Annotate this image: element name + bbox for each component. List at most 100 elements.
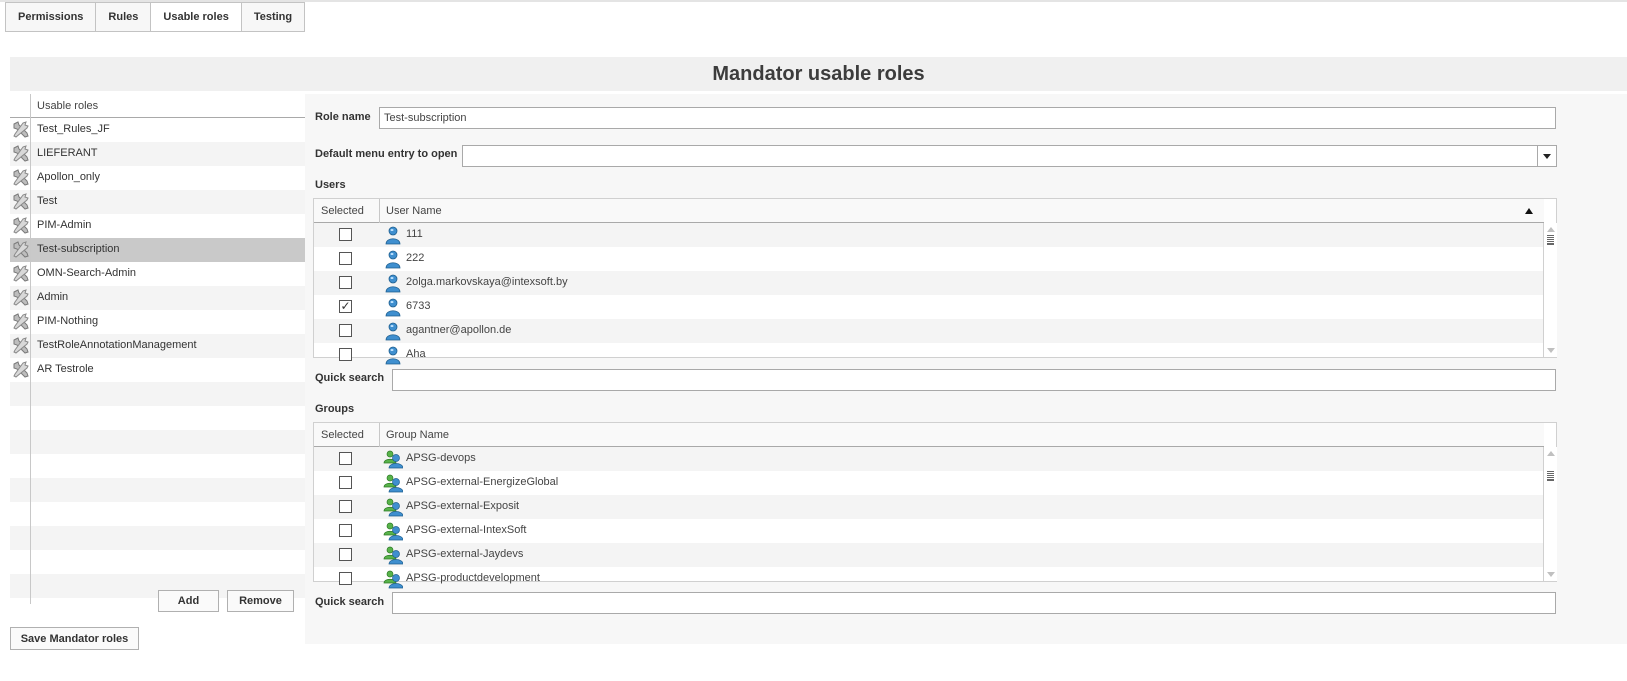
row-name: agantner@apollon.de xyxy=(406,324,512,336)
role-item[interactable]: OMN-Search-Admin xyxy=(10,262,306,286)
empty-row xyxy=(10,550,306,574)
save-mandator-roles-button[interactable]: Save Mandator roles xyxy=(10,627,139,650)
groups-section-label: Groups xyxy=(315,403,355,415)
roles-list-header: Usable roles xyxy=(10,94,306,118)
table-row[interactable]: APSG-productdevelopment xyxy=(314,567,1544,591)
sort-ascending-icon[interactable] xyxy=(1525,208,1533,214)
table-row[interactable]: Aha xyxy=(314,343,1544,367)
tab-bar: Permissions Rules Usable roles Testing xyxy=(5,2,306,32)
select-checkbox[interactable]: ✓ xyxy=(339,300,352,313)
wrench-icon xyxy=(12,169,30,187)
wrench-icon xyxy=(12,217,30,235)
table-row[interactable]: APSG-external-EnergizeGlobal xyxy=(314,471,1544,495)
user-icon xyxy=(383,249,403,269)
groups-selected-column[interactable]: Selected xyxy=(321,429,364,441)
scroll-down-icon[interactable] xyxy=(1547,348,1555,353)
users-selected-column[interactable]: Selected xyxy=(321,205,364,217)
row-name: 6733 xyxy=(406,300,431,312)
role-item[interactable]: Test_Rules_JF xyxy=(10,118,306,142)
select-checkbox[interactable] xyxy=(339,500,352,513)
users-rows: 111 222 2olga.markovskaya@intexsoft.by ✓ 673… xyxy=(314,223,1544,367)
table-row[interactable]: ✓ 6733 xyxy=(314,295,1544,319)
role-item-label: TestRoleAnnotationManagement xyxy=(37,339,197,351)
role-item[interactable]: TestRoleAnnotationManagement xyxy=(10,334,306,358)
select-checkbox[interactable] xyxy=(339,452,352,465)
role-name-input[interactable]: Test-subscription xyxy=(379,107,1556,129)
groups-scrollbar[interactable] xyxy=(1543,447,1557,581)
users-grid-header: Selected User Name xyxy=(314,199,1544,223)
wrench-icon xyxy=(12,265,30,283)
wrench-icon xyxy=(12,193,30,211)
select-checkbox[interactable] xyxy=(339,524,352,537)
row-name: 2olga.markovskaya@intexsoft.by xyxy=(406,276,568,288)
group-icon xyxy=(383,449,404,469)
role-item[interactable]: PIM-Nothing xyxy=(10,310,306,334)
table-row[interactable]: APSG-external-Exposit xyxy=(314,495,1544,519)
roles-column-divider xyxy=(30,94,31,604)
role-item[interactable]: Test-subscription xyxy=(10,238,306,262)
select-checkbox[interactable] xyxy=(339,252,352,265)
scroll-thumb[interactable] xyxy=(1547,235,1554,245)
select-checkbox[interactable] xyxy=(339,324,352,337)
tab-usable-roles-label: Usable roles xyxy=(163,11,229,23)
role-item[interactable]: AR Testrole xyxy=(10,358,306,382)
users-grid: Selected User Name 111 222 2olga.markovska… xyxy=(313,198,1557,365)
empty-row xyxy=(10,526,306,550)
table-row[interactable]: 222 xyxy=(314,247,1544,271)
default-menu-dropdown-button[interactable] xyxy=(1537,145,1557,167)
remove-role-button[interactable]: Remove xyxy=(227,590,294,612)
table-row[interactable]: APSG-external-IntexSoft xyxy=(314,519,1544,543)
role-name-label: Role name xyxy=(315,111,371,123)
user-icon xyxy=(383,345,403,365)
tab-permissions[interactable]: Permissions xyxy=(5,2,97,32)
default-menu-label: Default menu entry to open xyxy=(315,148,458,160)
empty-row xyxy=(10,382,306,406)
default-menu-select[interactable] xyxy=(462,145,1538,167)
table-row[interactable]: 2olga.markovskaya@intexsoft.by xyxy=(314,271,1544,295)
select-checkbox[interactable] xyxy=(339,276,352,289)
tab-usable-roles[interactable]: Usable roles xyxy=(150,2,242,32)
scroll-up-icon[interactable] xyxy=(1547,451,1555,456)
roles-rows: Test_Rules_JF LIEFERANT Apollon_only Test PI… xyxy=(10,118,306,598)
table-row[interactable]: 111 xyxy=(314,223,1544,247)
tab-rules[interactable]: Rules xyxy=(95,2,152,32)
role-item[interactable]: LIEFERANT xyxy=(10,142,306,166)
select-checkbox[interactable] xyxy=(339,548,352,561)
groups-name-column[interactable]: Group Name xyxy=(386,429,449,441)
user-icon xyxy=(383,225,403,245)
roles-column-header: Usable roles xyxy=(37,100,99,112)
users-scrollbar[interactable] xyxy=(1543,223,1557,357)
select-checkbox[interactable] xyxy=(339,228,352,241)
row-name: APSG-external-Jaydevs xyxy=(406,548,524,560)
user-icon xyxy=(383,273,403,293)
select-checkbox[interactable] xyxy=(339,348,352,361)
role-item-label: Admin xyxy=(37,291,69,303)
table-row[interactable]: APSG-devops xyxy=(314,447,1544,471)
tab-testing[interactable]: Testing xyxy=(240,2,306,32)
role-item[interactable]: Admin xyxy=(10,286,306,310)
add-role-button[interactable]: Add xyxy=(158,590,219,612)
users-quick-search-input[interactable] xyxy=(392,369,1556,391)
users-name-column[interactable]: User Name xyxy=(386,205,442,217)
groups-quick-search-label: Quick search xyxy=(315,596,385,608)
scroll-up-icon[interactable] xyxy=(1547,227,1555,232)
wrench-icon xyxy=(12,313,30,331)
table-row[interactable]: agantner@apollon.de xyxy=(314,319,1544,343)
role-item[interactable]: Apollon_only xyxy=(10,166,306,190)
role-item[interactable]: PIM-Admin xyxy=(10,214,306,238)
wrench-icon xyxy=(12,121,30,139)
select-checkbox[interactable] xyxy=(339,476,352,489)
scroll-thumb[interactable] xyxy=(1547,471,1554,481)
role-item[interactable]: Test xyxy=(10,190,306,214)
role-item-label: OMN-Search-Admin xyxy=(37,267,137,279)
table-row[interactable]: APSG-external-Jaydevs xyxy=(314,543,1544,567)
empty-row xyxy=(10,478,306,502)
groups-quick-search-input[interactable] xyxy=(392,592,1556,614)
row-name: 222 xyxy=(406,252,425,264)
select-checkbox[interactable] xyxy=(339,572,352,585)
group-icon xyxy=(383,521,404,541)
users-section-label: Users xyxy=(315,179,346,191)
scroll-down-icon[interactable] xyxy=(1547,572,1555,577)
role-item-label: PIM-Admin xyxy=(37,219,92,231)
wrench-icon xyxy=(12,289,30,307)
